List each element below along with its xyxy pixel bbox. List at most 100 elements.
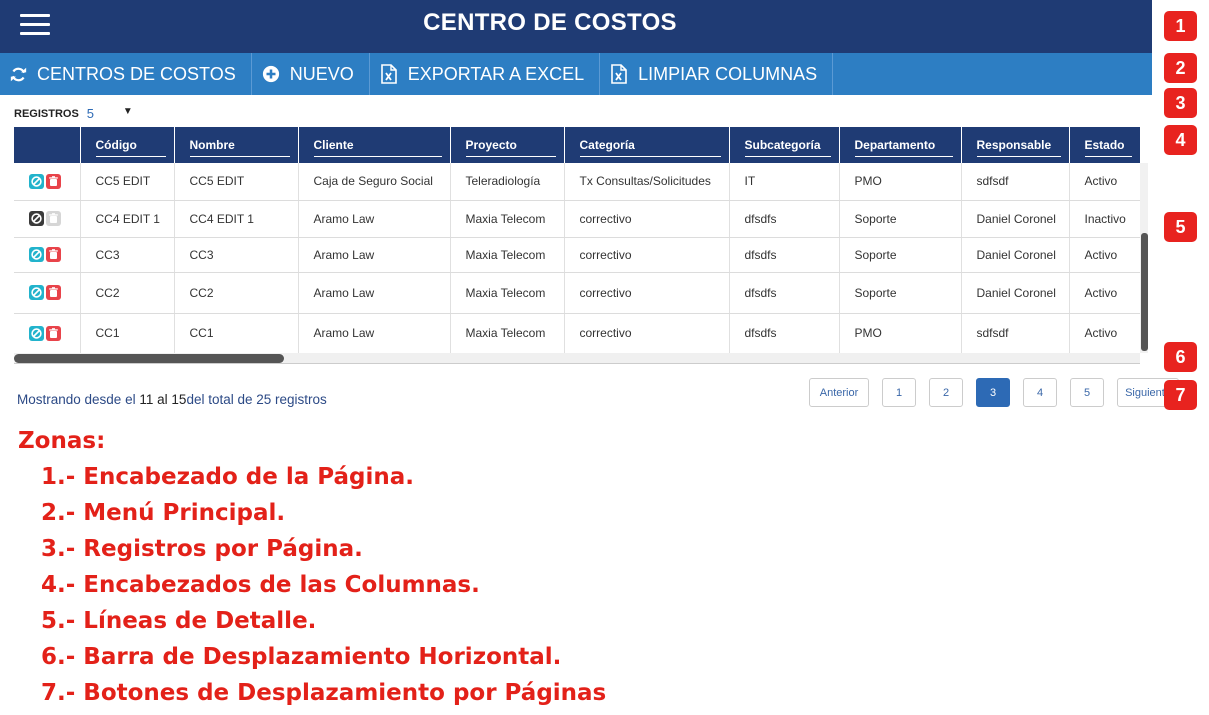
column-header-proyecto[interactable]: Proyecto	[450, 127, 565, 163]
cell-nombre: CC3	[174, 237, 299, 273]
menu-item-limpiar-columnas[interactable]: LIMPIAR COLUMNAS	[600, 53, 834, 95]
column-header-codigo[interactable]: Código	[80, 127, 175, 163]
trash-icon	[49, 176, 58, 186]
page-button-5[interactable]: 5	[1070, 378, 1104, 407]
data-grid: Código Nombre Cliente Proyecto Categoría…	[14, 127, 1140, 353]
row-actions	[14, 163, 81, 201]
column-header-cliente[interactable]: Cliente	[298, 127, 451, 163]
cell-responsable: Daniel Coronel	[961, 272, 1070, 314]
cell-nombre: CC1	[174, 313, 299, 353]
page-button-3[interactable]: 3	[976, 378, 1010, 407]
cell-nombre: CC4 EDIT 1	[174, 200, 299, 238]
cell-proyecto: Maxia Telecom	[450, 313, 565, 353]
prev-page-button[interactable]: Anterior	[809, 378, 869, 407]
records-label: REGISTROS	[14, 107, 79, 120]
table-row[interactable]: CC2 CC2 Aramo Law Maxia Telecom correctivo df…	[14, 272, 1140, 314]
summary-from: 11	[139, 392, 154, 407]
zone-item: 7.- Botones de Desplazamiento por Página…	[41, 680, 607, 706]
cell-categoria: correctivo	[564, 237, 730, 273]
menu-item-exportar-excel[interactable]: EXPORTAR A EXCEL	[370, 53, 601, 95]
table-row[interactable]: CC4 EDIT 1 CC4 EDIT 1 Aramo Law Maxia Telec…	[14, 200, 1140, 238]
page-button-4[interactable]: 4	[1023, 378, 1057, 407]
menu-item-label: CENTROS DE COSTOS	[37, 63, 236, 84]
cell-estado: Inactivo	[1069, 200, 1140, 238]
disable-button[interactable]	[29, 211, 44, 227]
cell-proyecto: Maxia Telecom	[450, 272, 565, 314]
ban-icon	[31, 327, 42, 339]
delete-button[interactable]	[46, 173, 61, 189]
page-button-2[interactable]: 2	[929, 378, 963, 407]
disable-button[interactable]	[29, 325, 44, 341]
trash-icon	[49, 287, 58, 298]
cell-responsable: Daniel Coronel	[961, 200, 1070, 238]
records-select[interactable]: 5 ▼	[87, 106, 133, 121]
cell-nombre: CC2	[174, 272, 299, 314]
cell-categoria: Tx Consultas/Solicitudes	[564, 163, 730, 201]
cell-estado: Activo	[1069, 163, 1140, 201]
data-table: Código Nombre Cliente Proyecto Categoría…	[14, 127, 1140, 353]
row-actions	[14, 200, 81, 238]
column-header-categoria[interactable]: Categoría	[564, 127, 730, 163]
records-per-page: REGISTROS 5 ▼	[14, 106, 133, 121]
trash-icon	[49, 249, 58, 260]
table-row[interactable]: CC1 CC1 Aramo Law Maxia Telecom correctivo df…	[14, 313, 1140, 353]
menu-item-centros[interactable]: CENTROS DE COSTOS	[0, 53, 252, 95]
column-header-subcategoria[interactable]: Subcategoría	[729, 127, 840, 163]
zone-badge-7: 7	[1164, 380, 1197, 410]
zone-badge-1: 1	[1164, 11, 1197, 41]
cell-cliente: Aramo Law	[298, 237, 451, 273]
row-actions	[14, 272, 81, 314]
zone-badge-3: 3	[1164, 88, 1197, 118]
zones-legend: Zonas: 1.- Encabezado de la Página. 2.- …	[18, 423, 606, 711]
table-row[interactable]: CC3 CC3 Aramo Law Maxia Telecom correctivo df…	[14, 237, 1140, 273]
excel-file-icon	[611, 64, 627, 84]
column-header-nombre[interactable]: Nombre	[174, 127, 299, 163]
menu-item-nuevo[interactable]: NUEVO	[252, 53, 370, 95]
cell-proyecto: Teleradiología	[450, 163, 565, 201]
cell-categoria: correctivo	[564, 200, 730, 238]
vertical-scroll-thumb[interactable]	[1141, 233, 1148, 351]
cell-cliente: Aramo Law	[298, 272, 451, 314]
page-button-1[interactable]: 1	[882, 378, 916, 407]
zone-badge-2: 2	[1164, 53, 1197, 83]
cell-responsable: sdfsdf	[961, 313, 1070, 353]
trash-icon	[49, 327, 58, 338]
cell-proyecto: Maxia Telecom	[450, 237, 565, 273]
cell-subcategoria: dfsdfs	[729, 200, 840, 238]
disable-button[interactable]	[29, 285, 44, 301]
cell-proyecto: Maxia Telecom	[450, 200, 565, 238]
summary-prefix: Mostrando desde el	[17, 392, 136, 407]
zone-item: 4.- Encabezados de las Columnas.	[41, 572, 480, 598]
column-header-estado[interactable]: Estado	[1069, 127, 1140, 163]
horizontal-scrollbar[interactable]	[14, 353, 1140, 364]
cell-nombre: CC5 EDIT	[174, 163, 299, 201]
menu-item-label: NUEVO	[289, 63, 354, 84]
trash-icon	[49, 213, 58, 224]
table-row[interactable]: CC5 EDIT CC5 EDIT Caja de Seguro Social Tel…	[14, 163, 1140, 201]
cell-departamento: Soporte	[839, 237, 962, 273]
delete-button[interactable]	[46, 325, 61, 341]
delete-button[interactable]	[46, 285, 61, 301]
summary-to: 15	[171, 392, 187, 407]
delete-button[interactable]	[46, 211, 61, 227]
disable-button[interactable]	[29, 247, 44, 263]
records-value: 5	[86, 106, 95, 121]
column-header-departamento[interactable]: Departamento	[839, 127, 962, 163]
cell-estado: Activo	[1069, 237, 1140, 273]
delete-button[interactable]	[46, 247, 61, 263]
disable-button[interactable]	[29, 173, 44, 189]
zone-badge-6: 6	[1164, 342, 1197, 372]
vertical-scrollbar[interactable]	[1140, 163, 1148, 353]
menu-item-label: LIMPIAR COLUMNAS	[638, 63, 818, 84]
cell-subcategoria: dfsdfs	[729, 313, 840, 353]
cell-categoria: correctivo	[564, 313, 730, 353]
page-header: CENTRO DE COSTOS	[0, 0, 1152, 53]
zone-badge-5: 5	[1164, 212, 1197, 242]
cell-responsable: sdfsdf	[961, 163, 1070, 201]
pagination: Anterior 1 2 3 4 5 Siguiente	[809, 378, 1179, 407]
cell-codigo: CC2	[80, 272, 175, 314]
summary-al: al	[157, 392, 168, 407]
horizontal-scroll-thumb[interactable]	[14, 354, 284, 363]
cell-cliente: Aramo Law	[298, 313, 451, 353]
column-header-responsable[interactable]: Responsable	[961, 127, 1070, 163]
